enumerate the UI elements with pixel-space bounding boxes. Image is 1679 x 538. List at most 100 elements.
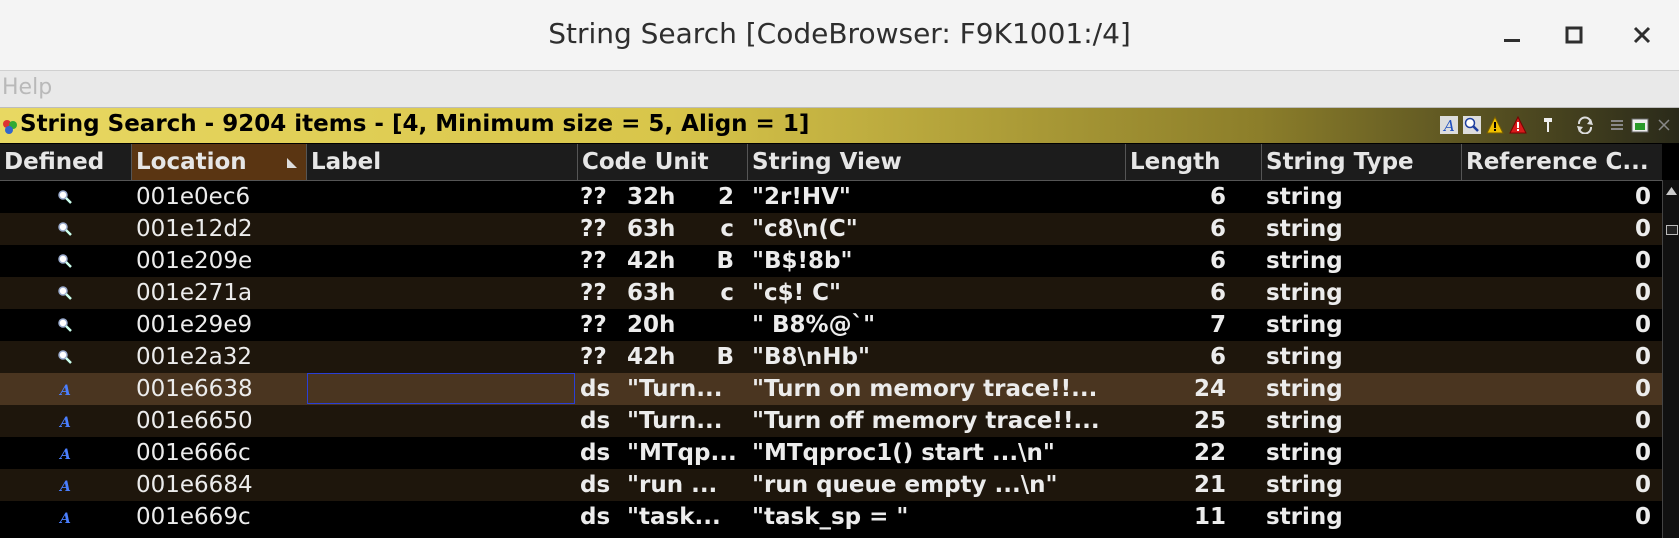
magnifier-icon (50, 349, 80, 365)
cell-location[interactable]: 001e12d2 (136, 213, 253, 245)
make-string-icon[interactable]: A (1439, 114, 1459, 136)
table-row[interactable]: A 001e666c ds "MTqp... "MTqproc1() start ...… (0, 437, 1662, 469)
cell-code-unit-operand: "run ... (627, 472, 718, 498)
cell-location[interactable]: 001e209e (136, 245, 252, 277)
search-icon[interactable] (1462, 114, 1482, 136)
magnifier-icon (50, 189, 80, 205)
cell-string-type: string (1266, 248, 1343, 274)
cell-code-unit-mnemonic: ?? (580, 312, 607, 338)
cell-location[interactable]: 001e6638 (136, 373, 253, 405)
cell-label[interactable] (307, 405, 575, 437)
table-row[interactable]: 001e12d2?? 63h c "c8\n(C" 6 string 0 (0, 213, 1662, 245)
column-string-view[interactable]: String View (748, 144, 1126, 180)
cell-code-unit-char: B (716, 248, 734, 274)
cell-location[interactable]: 001e669c (136, 501, 251, 533)
panel-title: String Search - 9204 items - [4, Minimum… (20, 111, 810, 137)
table-row[interactable]: 001e209e?? 42h B "B$!8b" 6 string 0 (0, 245, 1662, 277)
window-title: String Search [CodeBrowser: F9K1001:/4] (548, 17, 1131, 50)
svg-text:A: A (58, 511, 71, 525)
maximize-icon (1565, 26, 1583, 44)
column-label[interactable]: Label (307, 144, 578, 180)
table-row[interactable]: A 001e669c ds "task... "task_sp = " 11 string 0 (0, 501, 1662, 533)
maximize-button[interactable] (1557, 18, 1591, 52)
cell-label[interactable] (307, 277, 575, 309)
cell-code-unit-mnemonic: ?? (580, 280, 607, 306)
column-location[interactable]: Location (132, 144, 307, 180)
svg-text:A: A (58, 415, 71, 429)
cell-label[interactable] (307, 181, 575, 213)
menu-help[interactable]: Help (2, 75, 52, 100)
svg-text:A: A (1442, 117, 1455, 134)
table-row[interactable]: 001e0ec6?? 32h 2 "2r!HV" 6 string 0 (0, 181, 1662, 213)
cell-label[interactable] (307, 341, 575, 373)
cell-code-unit-char (710, 373, 734, 405)
column-length[interactable]: Length (1126, 144, 1262, 180)
cell-code-unit-operand: 42h (627, 344, 676, 370)
cell-label[interactable] (307, 437, 575, 469)
cell-string-type: string (1266, 280, 1343, 306)
column-defined[interactable]: Defined (0, 144, 132, 180)
cell-string-view: "Turn on memory trace!!... (752, 376, 1098, 402)
cell-label[interactable] (307, 469, 575, 501)
cell-string-view: "run queue empty ...\n" (752, 472, 1058, 498)
pin-icon[interactable] (1538, 114, 1558, 136)
menu-lines-icon[interactable] (1607, 114, 1627, 136)
cell-label[interactable] (307, 213, 575, 245)
cell-reference-count: 0 (1634, 408, 1651, 434)
minimize-button[interactable] (1495, 18, 1529, 52)
vertical-scrollbar[interactable] (1662, 180, 1679, 538)
defined-string-icon: A (50, 381, 80, 397)
table-row[interactable]: 001e2a32?? 42h B "B8\nHb" 6 string 0 (0, 341, 1662, 373)
column-code-unit[interactable]: Code Unit (578, 144, 748, 180)
cell-location[interactable]: 001e6684 (136, 469, 253, 501)
magnifier-icon (50, 221, 80, 237)
magnifier-icon (50, 317, 80, 333)
warning-icon[interactable] (1485, 114, 1505, 136)
window-titlebar: String Search [CodeBrowser: F9K1001:/4] (0, 0, 1679, 71)
table-header: Defined Location Label Code Unit String … (0, 144, 1662, 181)
table-row[interactable]: A 001e6638 ds "Turn... "Turn on memory trace… (0, 373, 1662, 405)
cell-location[interactable]: 001e271a (136, 277, 252, 309)
cell-reference-count: 0 (1634, 504, 1651, 530)
cell-length: 24 (1193, 376, 1226, 402)
cell-code-unit-char: B (716, 344, 734, 370)
cell-location[interactable]: 001e6650 (136, 405, 253, 437)
cell-code-unit-mnemonic: ds (580, 408, 611, 434)
close-button[interactable] (1625, 18, 1659, 52)
string-search-icon (1, 118, 19, 140)
snapshot-icon[interactable] (1630, 114, 1650, 136)
cell-code-unit-mnemonic: ds (580, 504, 611, 530)
cell-code-unit-mnemonic: ds (580, 376, 611, 402)
cell-location[interactable]: 001e666c (136, 437, 251, 469)
cell-label[interactable] (307, 373, 575, 404)
scroll-up-arrow-icon (1666, 187, 1677, 195)
table-row[interactable]: 001e29e9?? 20h " B8%@`" 7 string 0 (0, 309, 1662, 341)
cell-code-unit-mnemonic: ds (580, 472, 611, 498)
cell-string-type: string (1266, 504, 1343, 530)
cell-label[interactable] (307, 501, 575, 533)
scroll-thumb[interactable] (1666, 225, 1678, 235)
refresh-icon[interactable] (1575, 114, 1595, 136)
cell-length: 6 (1209, 184, 1226, 210)
cell-string-view: "2r!HV" (752, 184, 851, 210)
cell-location[interactable]: 001e0ec6 (136, 181, 250, 213)
column-reference-count[interactable]: Reference C... (1462, 144, 1662, 180)
cell-location[interactable]: 001e2a32 (136, 341, 252, 373)
cell-code-unit-mnemonic: ?? (580, 184, 607, 210)
close-panel-icon[interactable] (1654, 114, 1674, 136)
cell-label[interactable] (307, 309, 575, 341)
table-row[interactable]: A 001e6684 ds "run ... "run queue empty ...\… (0, 469, 1662, 501)
table-row[interactable]: A 001e6650 ds "Turn... "Turn off memory trac… (0, 405, 1662, 437)
cell-reference-count: 0 (1634, 312, 1651, 338)
cell-code-unit-mnemonic: ?? (580, 216, 607, 242)
cell-label[interactable] (307, 245, 575, 277)
column-string-type[interactable]: String Type (1262, 144, 1462, 180)
cell-code-unit-char (710, 309, 734, 341)
cell-string-view: "task_sp = " (752, 504, 909, 530)
cell-string-type: string (1266, 472, 1343, 498)
defined-string-icon: A (50, 413, 80, 429)
svg-text:A: A (58, 383, 71, 397)
cell-location[interactable]: 001e29e9 (136, 309, 252, 341)
table-row[interactable]: 001e271a?? 63h c "c$! C" 6 string 0 (0, 277, 1662, 309)
error-icon[interactable] (1508, 114, 1528, 136)
